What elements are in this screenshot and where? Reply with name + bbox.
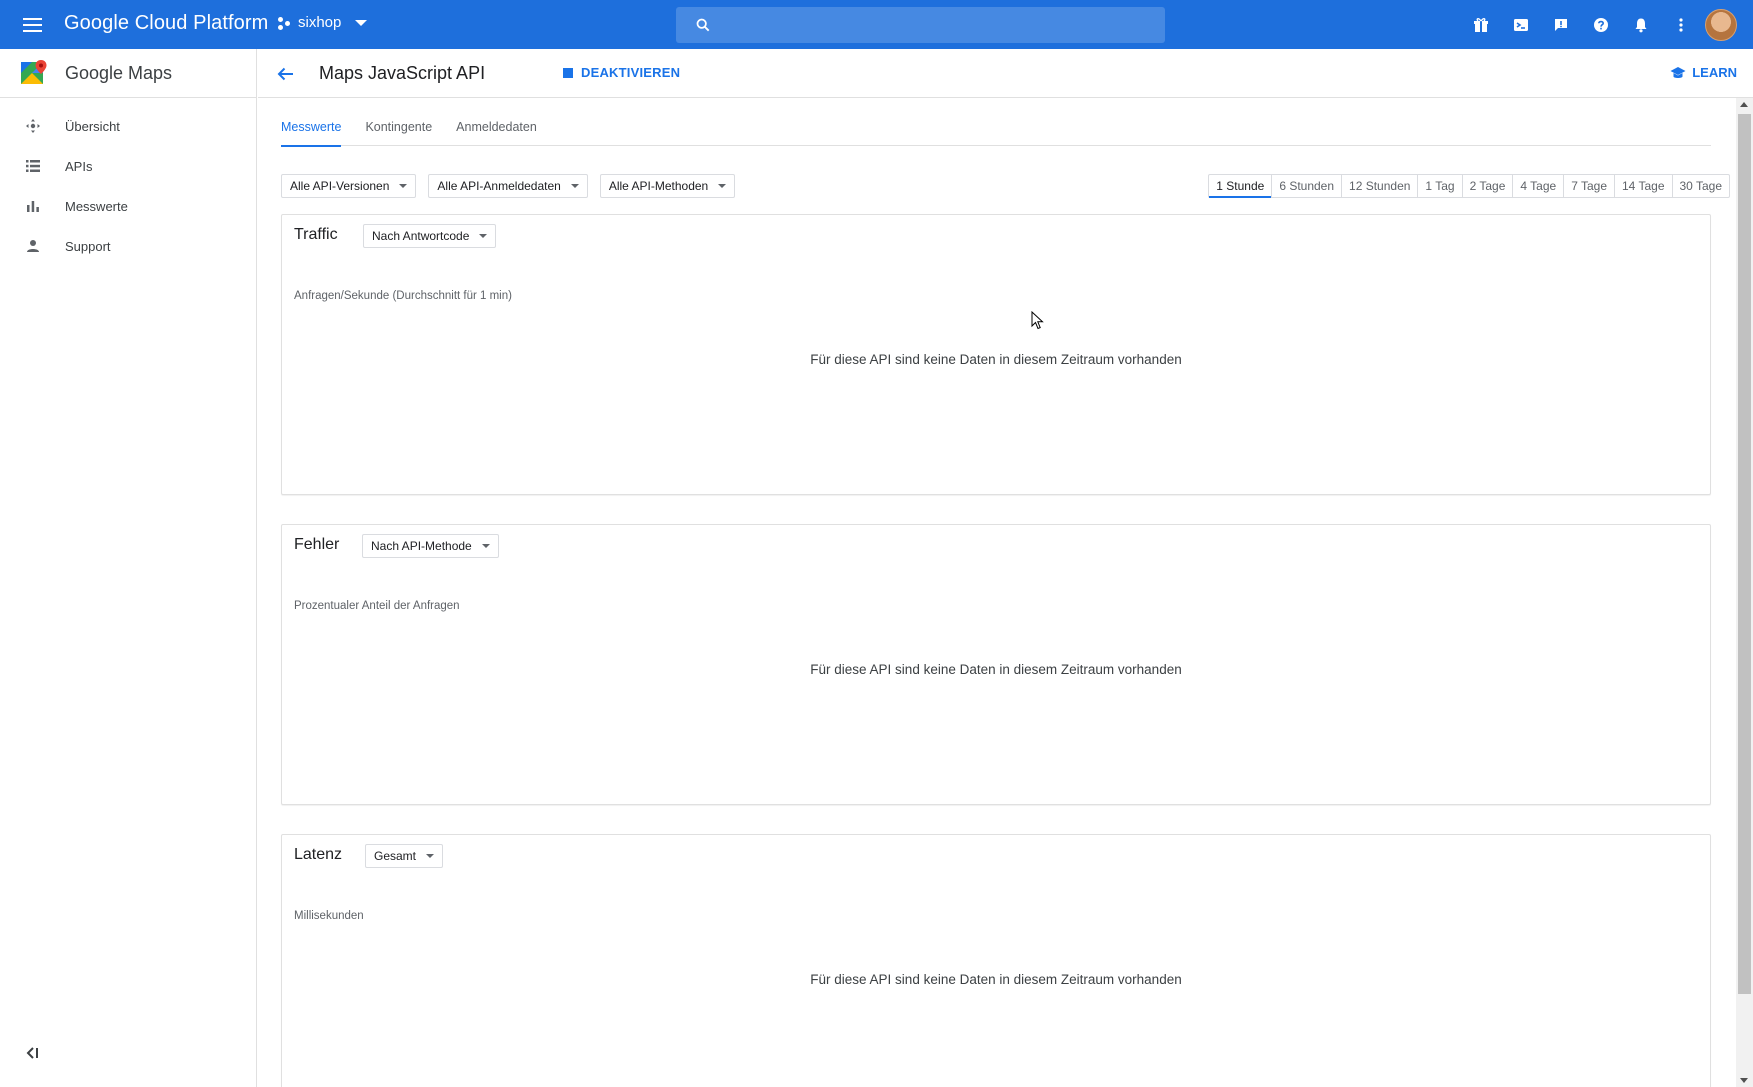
account-button[interactable] bbox=[1701, 5, 1741, 45]
project-name: sixhop bbox=[298, 14, 342, 31]
range-1-stunde[interactable]: 1 Stunde bbox=[1209, 175, 1273, 198]
empty-state-message: Für diese API sind keine Daten in diesem… bbox=[810, 662, 1182, 677]
card-title: Traffic bbox=[294, 226, 338, 243]
dropdown-value: Alle API-Methoden bbox=[608, 179, 709, 193]
caret-down-icon bbox=[570, 184, 579, 188]
traffic-groupby-dropdown[interactable]: Nach Antwortcode bbox=[363, 224, 497, 248]
api-versions-dropdown[interactable]: Alle API-Versionen bbox=[281, 174, 417, 198]
empty-state-message: Für diese API sind keine Daten in diesem… bbox=[810, 352, 1182, 367]
app-window: Google Cloud Platform sixhop Google Maps… bbox=[0, 0, 1753, 1087]
vertical-scrollbar[interactable] bbox=[1736, 98, 1753, 1087]
brand-title[interactable]: Google Cloud Platform bbox=[64, 12, 268, 35]
scroll-up-icon[interactable] bbox=[1740, 102, 1748, 107]
list-icon bbox=[24, 157, 42, 175]
product-header[interactable]: Google Maps bbox=[0, 49, 256, 98]
range-6-stunden[interactable]: 6 Stunden bbox=[1272, 175, 1343, 197]
sidebar-item-messwerte[interactable]: Messwerte bbox=[0, 186, 256, 226]
deactivate-label: DEAKTIVIEREN bbox=[581, 65, 681, 80]
help-icon[interactable] bbox=[1581, 5, 1621, 45]
errors-groupby-dropdown[interactable]: Nach API-Methode bbox=[362, 534, 499, 558]
tab-anmeldedaten[interactable]: Anmeldedaten bbox=[456, 110, 537, 146]
tab-messwerte[interactable]: Messwerte bbox=[281, 110, 342, 147]
time-range-selector: 1 Stunde 6 Stunden 12 Stunden 1 Tag 2 Ta… bbox=[1208, 174, 1730, 198]
dropdown-value: Nach API-Methode bbox=[371, 539, 472, 553]
project-icon bbox=[278, 16, 292, 30]
sidebar-nav: Übersicht APIs Messwerte Support bbox=[0, 98, 256, 266]
more-vert-icon[interactable] bbox=[1661, 5, 1701, 45]
latency-card: Latenz Gesamt Millisekunden Für diese AP… bbox=[281, 834, 1711, 1087]
tab-bar: Messwerte Kontingente Anmeldedaten bbox=[281, 110, 1711, 147]
learn-button[interactable]: LEARN bbox=[1670, 65, 1737, 80]
learn-label: LEARN bbox=[1692, 65, 1737, 80]
sidebar-item-label: Support bbox=[65, 238, 111, 254]
sidebar-item-label: APIs bbox=[65, 158, 93, 174]
traffic-card: Traffic Nach Antwortcode Anfragen/Sekund… bbox=[281, 214, 1711, 495]
school-icon bbox=[1670, 66, 1686, 78]
caret-down-icon bbox=[426, 854, 435, 858]
product-name: Google Maps bbox=[65, 62, 173, 83]
person-icon bbox=[24, 237, 42, 255]
tab-kontingente[interactable]: Kontingente bbox=[365, 110, 432, 146]
errors-card: Fehler Nach API-Methode Prozentualer Ant… bbox=[281, 524, 1711, 805]
dropdown-value: Gesamt bbox=[374, 849, 417, 863]
back-arrow-icon[interactable] bbox=[274, 63, 296, 85]
range-14-tage[interactable]: 14 Tage bbox=[1615, 175, 1673, 197]
menu-icon[interactable] bbox=[20, 12, 46, 38]
range-7-tage[interactable]: 7 Tage bbox=[1564, 175, 1615, 197]
avatar bbox=[1705, 8, 1737, 41]
scroll-down-icon[interactable] bbox=[1740, 1078, 1748, 1083]
dashboard-icon bbox=[24, 117, 42, 135]
sidebar-item-support[interactable]: Support bbox=[0, 226, 256, 266]
deactivate-button[interactable]: DEAKTIVIEREN bbox=[563, 65, 680, 80]
range-4-tage[interactable]: 4 Tage bbox=[1513, 175, 1565, 197]
card-unit-label: Anfragen/Sekunde (Durchschnitt für 1 min… bbox=[294, 290, 512, 302]
gift-icon[interactable] bbox=[1461, 5, 1501, 45]
search-icon bbox=[696, 18, 710, 32]
sidebar-item-apis[interactable]: APIs bbox=[0, 146, 256, 186]
search-box[interactable] bbox=[676, 7, 1165, 43]
chevron-down-icon bbox=[355, 19, 368, 26]
feedback-icon[interactable] bbox=[1541, 5, 1581, 45]
notifications-icon[interactable] bbox=[1621, 5, 1661, 45]
dropdown-value: Alle API-Versionen bbox=[290, 179, 390, 193]
project-selector[interactable]: sixhop bbox=[278, 14, 368, 31]
top-bar: Google Cloud Platform sixhop bbox=[0, 0, 1753, 49]
main-content: Messwerte Kontingente Anmeldedaten Alle … bbox=[258, 98, 1736, 1087]
card-unit-label: Prozentualer Anteil der Anfragen bbox=[294, 600, 460, 612]
filter-bar: Alle API-Versionen Alle API-Anmeldedaten… bbox=[281, 174, 736, 198]
sidebar-item-uebersicht[interactable]: Übersicht bbox=[0, 106, 256, 146]
caret-down-icon bbox=[479, 234, 488, 238]
range-12-stunden[interactable]: 12 Stunden bbox=[1342, 175, 1419, 197]
google-maps-logo-icon bbox=[21, 60, 47, 84]
caret-down-icon bbox=[481, 544, 490, 548]
range-30-tage[interactable]: 30 Tage bbox=[1673, 175, 1730, 197]
collapse-sidebar-icon[interactable] bbox=[24, 1045, 44, 1061]
sidebar-item-label: Übersicht bbox=[65, 118, 120, 134]
page-title: Maps JavaScript API bbox=[319, 63, 486, 83]
dropdown-value: Alle API-Anmeldedaten bbox=[437, 179, 561, 193]
card-title: Latenz bbox=[294, 846, 343, 863]
range-2-tage[interactable]: 2 Tage bbox=[1463, 175, 1514, 197]
range-1-tag[interactable]: 1 Tag bbox=[1418, 175, 1463, 197]
mouse-cursor-icon bbox=[1031, 311, 1044, 330]
dropdown-value: Nach Antwortcode bbox=[372, 229, 470, 243]
page-header: Maps JavaScript API DEAKTIVIEREN LEARN bbox=[258, 49, 1753, 98]
latency-groupby-dropdown[interactable]: Gesamt bbox=[365, 844, 444, 868]
sidebar: Google Maps Übersicht APIs Messwerte Sup… bbox=[0, 49, 257, 1087]
card-unit-label: Millisekunden bbox=[294, 910, 364, 922]
caret-down-icon bbox=[399, 184, 408, 188]
bar-chart-icon bbox=[24, 197, 42, 215]
scrollbar-thumb[interactable] bbox=[1738, 114, 1751, 994]
api-methods-dropdown[interactable]: Alle API-Methoden bbox=[599, 174, 736, 198]
search-input[interactable] bbox=[676, 7, 1165, 43]
terminal-icon[interactable] bbox=[1501, 5, 1541, 45]
empty-state-message: Für diese API sind keine Daten in diesem… bbox=[810, 972, 1182, 987]
api-credentials-dropdown[interactable]: Alle API-Anmeldedaten bbox=[428, 174, 588, 198]
stop-icon bbox=[563, 67, 573, 78]
sidebar-item-label: Messwerte bbox=[65, 198, 128, 214]
card-title: Fehler bbox=[294, 536, 340, 553]
caret-down-icon bbox=[718, 184, 727, 188]
